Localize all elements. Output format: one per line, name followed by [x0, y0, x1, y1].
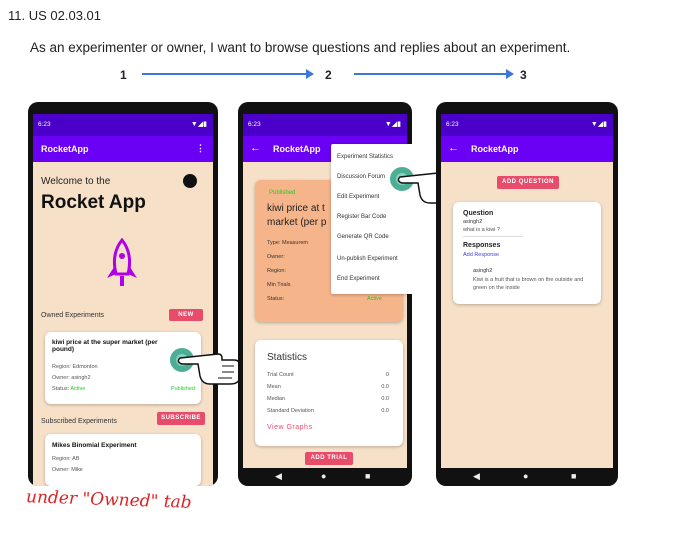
nav-recents-icon[interactable]: ■	[571, 471, 576, 481]
type-label: Type:	[267, 240, 281, 246]
card-owner: Owner: asingh2	[52, 375, 91, 381]
step-3-label: 3	[520, 68, 527, 82]
nav-back-icon[interactable]: ◀	[473, 471, 480, 482]
stat-label-trial-count: Trial Count	[267, 372, 294, 378]
arrow-2-to-3	[354, 69, 514, 79]
response-user: asingh2	[473, 268, 493, 274]
stat-value-std-dev: 0.0	[381, 408, 389, 414]
question-user: asingh2	[463, 219, 483, 225]
statistics-card: Statistics Trial Count 0 Mean 0.0 Median…	[255, 340, 403, 446]
type-value: Measurem	[281, 240, 308, 246]
app-title: RocketApp	[273, 144, 321, 154]
tap-hand-icon	[168, 346, 246, 386]
card-status: Status: Active	[52, 386, 85, 392]
min-trials-label: Min Trials	[267, 282, 291, 288]
stat-value-mean: 0.0	[381, 384, 389, 390]
stat-value-median: 0.0	[381, 396, 389, 402]
subscribed-experiment-card[interactable]: Mikes Binomial Experiment Region: AB Own…	[45, 434, 201, 486]
handwritten-note: under "Owned" tab	[25, 487, 192, 513]
add-question-button[interactable]: ADD QUESTION	[497, 176, 559, 189]
phone-screenshot-1: 6:23 ▼◢▮ RocketApp ⋮ Welcome to the Rock…	[28, 102, 218, 486]
signal-battery-icon: ▼◢▮	[190, 121, 207, 128]
sub-card-region: Region: AB	[52, 456, 80, 462]
status-value: Active	[367, 296, 382, 302]
menu-item-register-barcode[interactable]: Register Bar Code	[337, 214, 386, 220]
type-row: Type: Measurem	[267, 240, 308, 246]
app-bar: ← RocketApp	[441, 136, 613, 162]
clock: 6:23	[248, 121, 261, 128]
view-graphs-link[interactable]: View Graphs	[267, 424, 312, 431]
sub-card-title: Mikes Binomial Experiment	[52, 442, 137, 449]
step-1-label: 1	[120, 68, 127, 82]
account-icon[interactable]	[183, 174, 197, 188]
phone-screenshot-3: 6:23 ▼◢▮ ← RocketApp ADD QUESTION Questi…	[436, 102, 618, 486]
app-title: RocketApp	[471, 144, 519, 154]
published-badge: Published	[269, 190, 296, 196]
status-value: Active	[70, 386, 86, 392]
overflow-menu-icon[interactable]: ⋮	[196, 143, 205, 154]
status-label: Status:	[267, 296, 285, 302]
nav-home-icon[interactable]: ●	[523, 471, 528, 481]
status-bar: 6:23 ▼◢▮	[441, 114, 613, 136]
app-bar: RocketApp ⋮	[33, 136, 213, 162]
welcome-text: Welcome to the	[41, 176, 111, 187]
signal-battery-icon: ▼◢▮	[590, 121, 607, 128]
back-arrow-icon[interactable]: ←	[250, 142, 261, 154]
question-text: what is a kiwi ?	[463, 227, 500, 233]
published-badge: Published	[170, 386, 195, 392]
menu-item-end[interactable]: End Experiment	[337, 276, 380, 282]
arrow-1-to-2	[142, 69, 314, 79]
nav-back-icon[interactable]: ◀	[275, 471, 282, 482]
status-bar: 6:23 ▼◢▮	[243, 114, 407, 136]
clock: 6:23	[446, 121, 459, 128]
phone-screenshot-2: 6:23 ▼◢▮ ← RocketApp Published kiwi pric…	[238, 102, 412, 486]
menu-item-generate-qr[interactable]: Generate QR Code	[337, 234, 389, 240]
step-2-label: 2	[325, 68, 332, 82]
status-bar: 6:23 ▼◢▮	[33, 114, 213, 136]
divider	[463, 236, 523, 237]
region-label: Region:	[267, 268, 286, 274]
stat-value-trial-count: 0	[385, 372, 389, 378]
nav-recents-icon[interactable]: ■	[365, 471, 370, 481]
app-title: RocketApp	[41, 144, 89, 154]
stat-label-mean: Mean	[267, 384, 281, 390]
signal-battery-icon: ▼◢▮	[384, 121, 401, 128]
card-title: kiwi price at the super market (per poun…	[52, 339, 158, 353]
owned-experiments-label: Owned Experiments	[41, 312, 105, 319]
menu-item-statistics[interactable]: Experiment Statistics	[337, 154, 393, 160]
app-big-title: Rocket App	[41, 192, 146, 213]
add-trial-button[interactable]: ADD TRIAL	[305, 452, 353, 465]
menu-item-discussion-forum[interactable]: Discussion Forum	[337, 174, 385, 180]
question-label: Question	[463, 210, 494, 217]
statistics-title: Statistics	[267, 352, 308, 363]
add-response-link[interactable]: Add Response	[463, 252, 499, 258]
menu-item-unpublish[interactable]: Un-publish Experiment	[337, 256, 398, 262]
owner-label: Owner:	[267, 254, 285, 260]
responses-label: Responses	[463, 242, 501, 249]
stat-label-std-dev: Standard Deviation	[267, 408, 314, 414]
clock: 6:23	[38, 121, 51, 128]
subscribed-experiments-label: Subscribed Experiments	[41, 418, 117, 425]
story-heading: 11. US 02.03.01	[8, 8, 101, 23]
rocket-icon	[97, 237, 147, 290]
stat-label-median: Median	[267, 396, 286, 402]
question-card: Question asingh2 what is a kiwi ? Respon…	[453, 202, 601, 304]
sub-card-owner: Owner: Mike	[52, 467, 83, 473]
system-nav-bar: ◀ ● ■	[243, 468, 407, 486]
system-nav-bar: ◀ ● ■	[441, 468, 613, 486]
nav-home-icon[interactable]: ●	[321, 471, 326, 481]
response-text: Kiwi is a fruit that is brown on the out…	[473, 277, 584, 291]
menu-item-edit[interactable]: Edit Experiment	[337, 194, 379, 200]
back-arrow-icon[interactable]: ←	[448, 142, 459, 154]
status-label: Status:	[52, 386, 70, 392]
user-story-text: As an experimenter or owner, I want to b…	[30, 40, 571, 55]
new-button[interactable]: NEW	[169, 309, 203, 321]
card-region: Region: Edmonton	[52, 364, 98, 370]
subscribe-button[interactable]: SUBSCRIBE	[157, 412, 205, 425]
